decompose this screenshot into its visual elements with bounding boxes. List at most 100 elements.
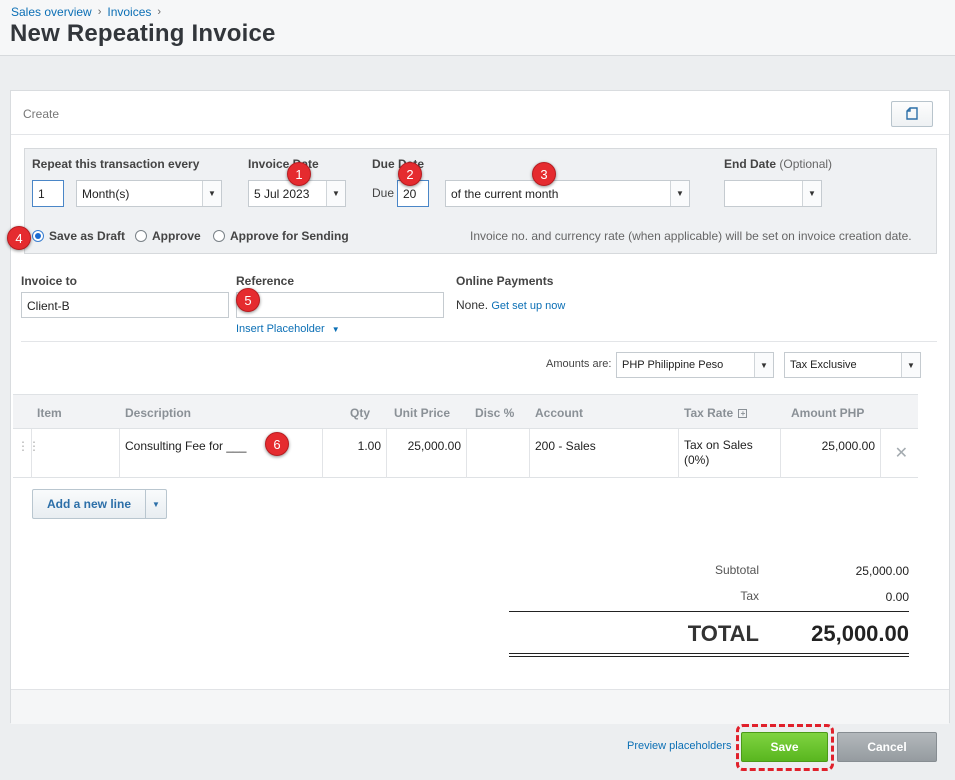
tax-mode-select[interactable]: Tax Exclusive ▼ (784, 352, 921, 378)
radio-approve[interactable]: Approve (135, 229, 201, 243)
online-payments-label: Online Payments (456, 274, 554, 288)
add-new-line-label: Add a new line (46, 497, 131, 511)
breadcrumb-separator: › (97, 6, 102, 18)
copy-button[interactable] (891, 101, 933, 127)
online-payments-none: None. (456, 298, 489, 312)
radio-unchecked-icon (213, 230, 225, 242)
save-as-draft-label: Save as Draft (49, 229, 126, 243)
chevron-down-icon[interactable]: ▼ (145, 490, 166, 518)
repeat-period-select[interactable]: Month(s) ▼ (76, 180, 222, 207)
header-description: Description (125, 406, 192, 420)
cell-description[interactable]: Consulting Fee for ___ (120, 429, 323, 478)
cell-qty[interactable]: 1.00 (323, 429, 387, 478)
chevron-down-icon: ▼ (326, 181, 345, 206)
divider (21, 341, 937, 342)
panel-footer-band (11, 689, 949, 724)
approve-label: Approve (152, 229, 201, 243)
invoice-date-value: 5 Jul 2023 (254, 187, 310, 201)
header-tax-rate-label: Tax Rate (684, 406, 734, 420)
cell-unit-price[interactable]: 25,000.00 (387, 429, 467, 478)
online-payments-status: None. Get set up now (456, 298, 565, 312)
due-rule-value: of the current month (451, 187, 559, 201)
annotation-badge-4: 4 (7, 226, 31, 250)
close-icon[interactable]: ✕ (895, 443, 908, 463)
chevron-down-icon: ▼ (802, 181, 821, 206)
chevron-down-icon: ▼ (202, 181, 221, 206)
cell-item[interactable] (31, 429, 120, 478)
cancel-button[interactable]: Cancel (837, 732, 937, 762)
header-amount: Amount PHP (791, 406, 865, 420)
radio-save-as-draft[interactable]: Save as Draft (32, 229, 125, 243)
annotation-badge-6: 6 (265, 432, 289, 456)
approve-for-sending-label: Approve for Sending (230, 229, 349, 243)
create-label: Create (23, 107, 60, 121)
amounts-are-label: Amounts are: (546, 358, 612, 370)
cell-tax-rate[interactable]: Tax on Sales (0%) (679, 429, 781, 478)
reference-label: Reference (236, 274, 295, 288)
add-new-line-button[interactable]: Add a new line ▼ (32, 489, 167, 519)
reference-input[interactable] (236, 292, 444, 318)
cell-disc[interactable] (467, 429, 530, 478)
total-divider-top (509, 611, 909, 612)
end-date-optional: (Optional) (779, 157, 833, 171)
subtotal-label: Subtotal (714, 563, 759, 577)
annotation-badge-5: 5 (236, 288, 260, 312)
due-prefix: Due (372, 186, 395, 200)
subtotal-value: 25,000.00 (855, 564, 909, 578)
insert-placeholder-label: Insert Placeholder (236, 323, 325, 335)
tax-value: 0.00 (885, 590, 909, 604)
header-tax-rate: Tax Rate + (684, 406, 748, 420)
panel-header: Create (11, 91, 949, 135)
total-label: TOTAL (687, 621, 759, 646)
end-date-label-text: End Date (724, 157, 777, 171)
chevron-down-icon: ▼ (901, 353, 920, 377)
repeat-period-value: Month(s) (82, 187, 130, 201)
total-divider-bottom-2 (509, 656, 909, 657)
chevron-down-icon: ▼ (754, 353, 773, 377)
preview-placeholders-link[interactable]: Preview placeholders (627, 740, 732, 752)
get-set-up-link[interactable]: Get set up now (491, 300, 565, 312)
repeat-settings: Repeat this transaction every 1 Month(s)… (24, 148, 937, 254)
invoice-to-input[interactable]: Client-B (21, 292, 229, 318)
breadcrumb-separator: › (157, 6, 162, 18)
annotation-badge-2: 2 (398, 162, 422, 186)
chevron-down-icon: ▼ (670, 181, 689, 206)
page-header: Sales overview › Invoices › New Repeatin… (0, 0, 955, 56)
invoice-panel: Create Repeat this transaction every 1 M… (10, 90, 950, 724)
annotation-badge-1: 1 (287, 162, 311, 186)
cell-amount[interactable]: 25,000.00 (781, 429, 881, 478)
total-divider-bottom (509, 653, 909, 654)
due-rule-select[interactable]: of the current month ▼ (445, 180, 690, 207)
copy-icon (906, 107, 918, 120)
save-button[interactable]: Save (741, 732, 828, 762)
breadcrumb-sales-overview[interactable]: Sales overview (11, 5, 92, 19)
table-row[interactable]: ⋮⋮ Consulting Fee for ___ 1.00 25,000.00… (13, 429, 918, 478)
annotation-badge-3: 3 (532, 162, 556, 186)
insert-placeholder-link[interactable]: Insert Placeholder ▼ (236, 323, 340, 335)
repeat-interval-input[interactable]: 1 (32, 180, 64, 207)
radio-unchecked-icon (135, 230, 147, 242)
breadcrumb-invoices[interactable]: Invoices (107, 5, 151, 19)
line-items-header: Item Description Qty Unit Price Disc % A… (13, 394, 918, 429)
page-title: New Repeating Invoice (10, 20, 276, 47)
tax-mode-value: Tax Exclusive (790, 359, 857, 371)
invoice-to-label: Invoice to (21, 274, 78, 288)
caret-down-icon: ▼ (331, 325, 340, 334)
header-unit-price: Unit Price (394, 406, 451, 420)
radio-approve-for-sending[interactable]: Approve for Sending (213, 229, 349, 243)
currency-select[interactable]: PHP Philippine Peso ▼ (616, 352, 774, 378)
tax-label: Tax (740, 589, 759, 603)
plus-square-icon[interactable]: + (738, 409, 748, 419)
end-date-field[interactable]: ▼ (724, 180, 822, 207)
header-account: Account (535, 406, 583, 420)
currency-value: PHP Philippine Peso (622, 359, 724, 371)
radio-checked-icon (32, 230, 44, 242)
repeat-label: Repeat this transaction every (32, 157, 200, 171)
total-value: 25,000.00 (811, 621, 909, 646)
header-item: Item (37, 406, 62, 420)
header-qty: Qty (350, 406, 371, 420)
breadcrumb: Sales overview › Invoices › (11, 5, 161, 19)
creation-date-note: Invoice no. and currency rate (when appl… (470, 229, 912, 243)
end-date-label: End Date (Optional) (724, 157, 832, 171)
cell-account[interactable]: 200 - Sales (530, 429, 679, 478)
